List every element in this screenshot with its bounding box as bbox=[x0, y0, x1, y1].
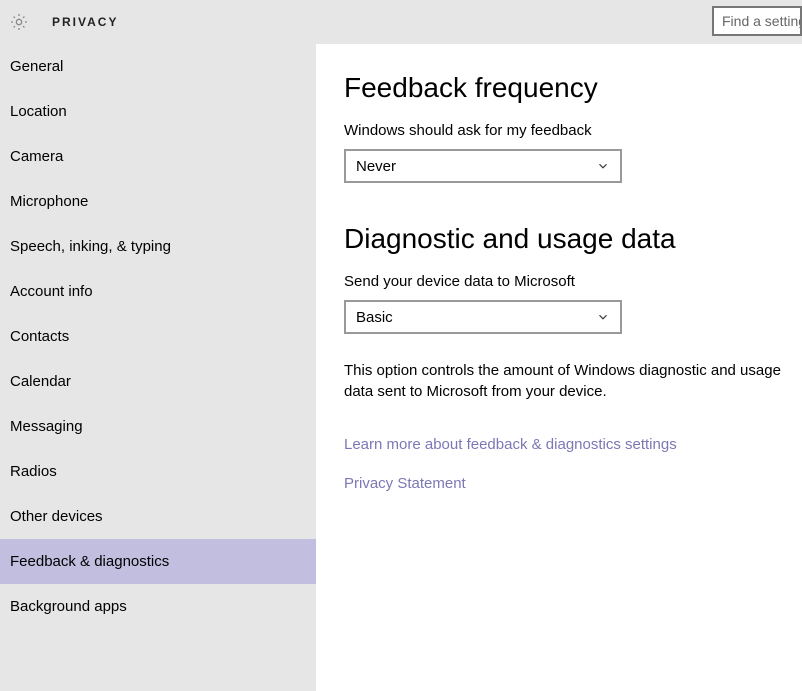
sidebar-item-label: Other devices bbox=[10, 508, 103, 525]
app-header: PRIVACY Find a setting bbox=[0, 0, 802, 44]
sidebar-item-label: Microphone bbox=[10, 193, 88, 210]
diagnostic-heading: Diagnostic and usage data bbox=[344, 223, 802, 255]
sidebar-item-contacts[interactable]: Contacts bbox=[0, 314, 316, 359]
sidebar-item-background-apps[interactable]: Background apps bbox=[0, 584, 316, 629]
sidebar-item-label: Account info bbox=[10, 283, 93, 300]
learn-more-link[interactable]: Learn more about feedback & diagnostics … bbox=[344, 436, 802, 453]
sidebar-item-speech[interactable]: Speech, inking, & typing bbox=[0, 224, 316, 269]
diagnostic-data-dropdown[interactable]: Basic bbox=[344, 300, 622, 334]
feedback-frequency-dropdown[interactable]: Never bbox=[344, 149, 622, 183]
sidebar-item-account-info[interactable]: Account info bbox=[0, 269, 316, 314]
sidebar-item-label: Feedback & diagnostics bbox=[10, 553, 169, 570]
search-input[interactable]: Find a setting bbox=[712, 6, 802, 36]
sidebar-item-label: General bbox=[10, 58, 63, 75]
feedback-label: Windows should ask for my feedback bbox=[344, 122, 802, 139]
sidebar-item-label: Location bbox=[10, 103, 67, 120]
sidebar-item-label: Radios bbox=[10, 463, 57, 480]
sidebar-item-radios[interactable]: Radios bbox=[0, 449, 316, 494]
sidebar: General Location Camera Microphone Speec… bbox=[0, 44, 316, 691]
sidebar-item-label: Camera bbox=[10, 148, 63, 165]
sidebar-item-label: Contacts bbox=[10, 328, 69, 345]
search-placeholder: Find a setting bbox=[722, 13, 802, 29]
sidebar-item-location[interactable]: Location bbox=[0, 89, 316, 134]
main-panel: Feedback frequency Windows should ask fo… bbox=[316, 44, 802, 691]
content-area: General Location Camera Microphone Speec… bbox=[0, 44, 802, 691]
dropdown-value: Basic bbox=[356, 309, 393, 326]
sidebar-item-label: Speech, inking, & typing bbox=[10, 238, 171, 255]
dropdown-value: Never bbox=[356, 158, 396, 175]
chevron-down-icon bbox=[596, 159, 610, 173]
sidebar-item-label: Calendar bbox=[10, 373, 71, 390]
feedback-frequency-heading: Feedback frequency bbox=[344, 72, 802, 104]
sidebar-item-microphone[interactable]: Microphone bbox=[0, 179, 316, 224]
sidebar-item-messaging[interactable]: Messaging bbox=[0, 404, 316, 449]
page-title: PRIVACY bbox=[52, 15, 118, 29]
sidebar-item-other-devices[interactable]: Other devices bbox=[0, 494, 316, 539]
diagnostic-label: Send your device data to Microsoft bbox=[344, 273, 802, 290]
sidebar-item-general[interactable]: General bbox=[0, 44, 316, 89]
sidebar-item-feedback-diagnostics[interactable]: Feedback & diagnostics bbox=[0, 539, 316, 584]
sidebar-item-label: Messaging bbox=[10, 418, 83, 435]
privacy-statement-link[interactable]: Privacy Statement bbox=[344, 475, 802, 492]
sidebar-item-label: Background apps bbox=[10, 598, 127, 615]
sidebar-item-camera[interactable]: Camera bbox=[0, 134, 316, 179]
sidebar-item-calendar[interactable]: Calendar bbox=[0, 359, 316, 404]
gear-icon bbox=[8, 11, 30, 33]
diagnostic-description: This option controls the amount of Windo… bbox=[344, 360, 784, 402]
chevron-down-icon bbox=[596, 310, 610, 324]
